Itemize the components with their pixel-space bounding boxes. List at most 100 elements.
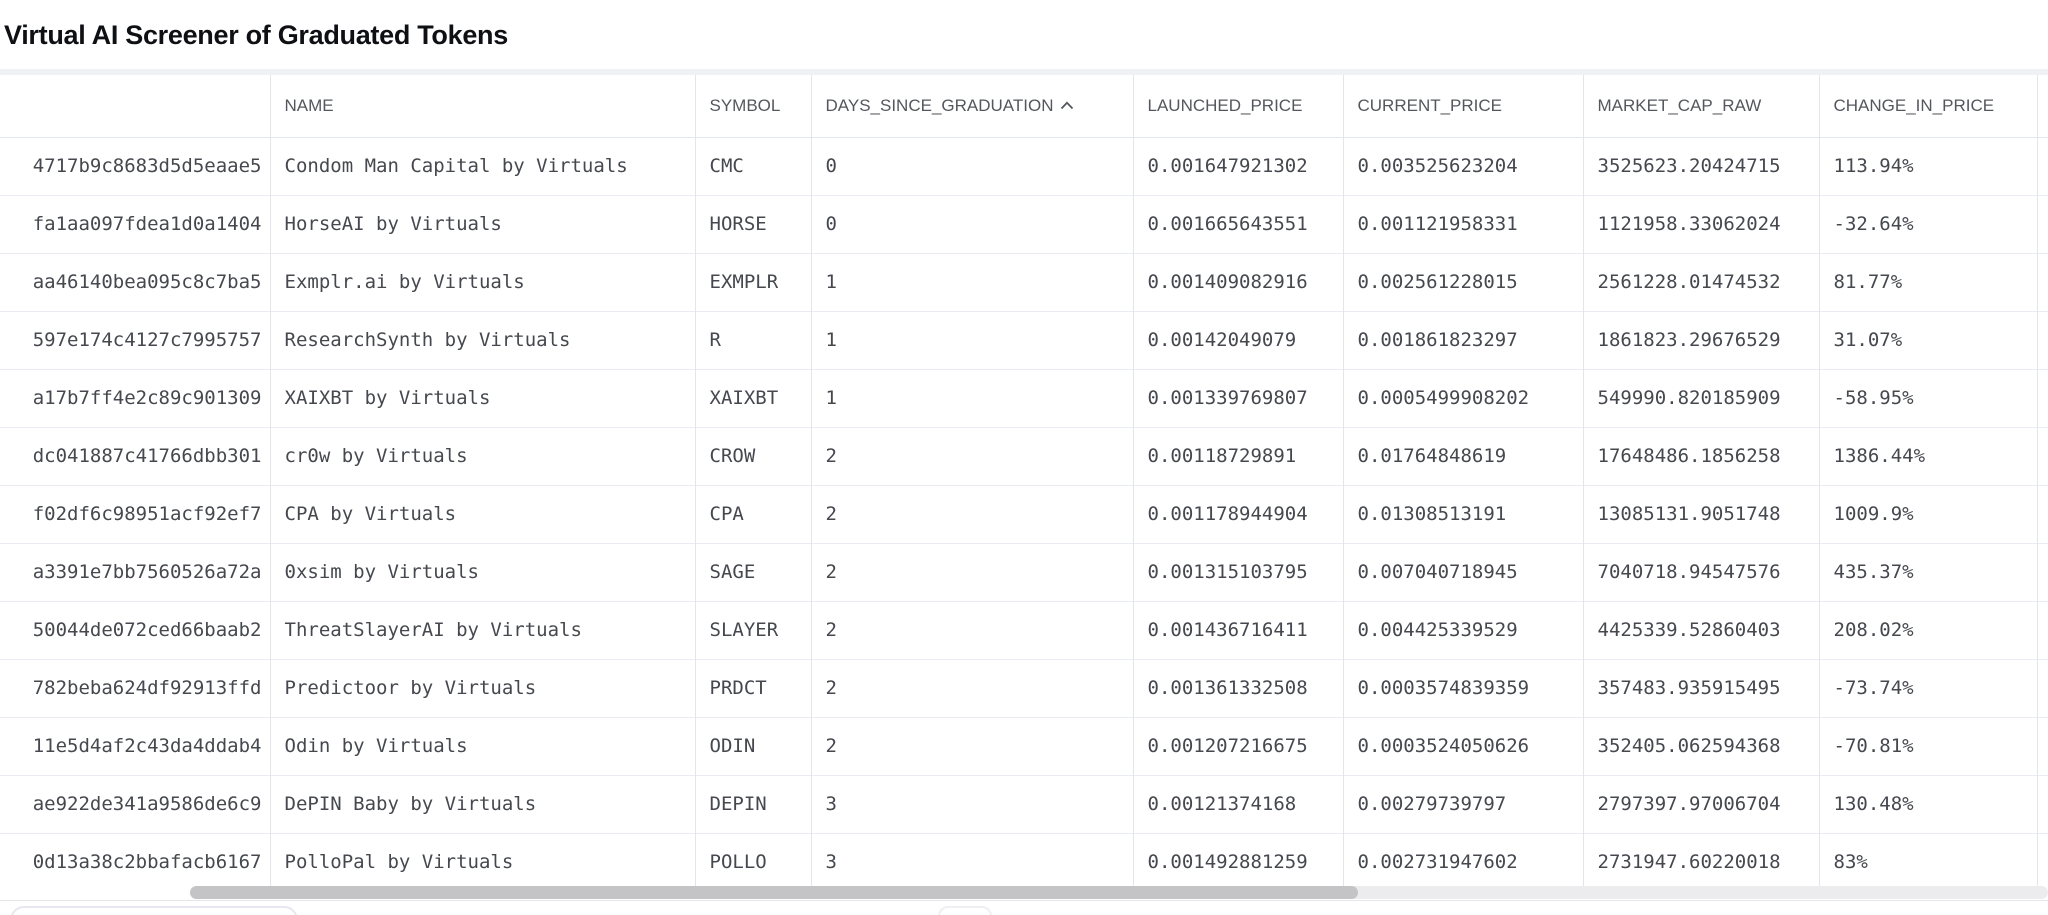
cell-stub xyxy=(2037,427,2048,485)
table-row[interactable]: f02df6c98951acf92ef7CPA by VirtualsCPA20… xyxy=(0,485,2048,543)
cell-id: 4717b9c8683d5d5eaae5 xyxy=(0,137,270,195)
cell-change: 81.77% xyxy=(1819,253,2037,311)
cell-change: 208.02% xyxy=(1819,601,2037,659)
cell-market: 7040718.94547576 xyxy=(1583,543,1819,601)
cell-launched: 0.00121374168 xyxy=(1133,775,1343,833)
column-header-market[interactable]: MARKET_CAP_RAW xyxy=(1583,75,1819,137)
cell-days: 0 xyxy=(811,137,1133,195)
cell-days: 2 xyxy=(811,659,1133,717)
cell-launched: 0.001436716411 xyxy=(1133,601,1343,659)
cell-stub xyxy=(2037,717,2048,775)
column-header-days[interactable]: DAYS_SINCE_GRADUATION xyxy=(811,75,1133,137)
cell-launched: 0.001492881259 xyxy=(1133,833,1343,891)
cell-market: 352405.062594368 xyxy=(1583,717,1819,775)
cell-symbol: DEPIN xyxy=(695,775,811,833)
table-row[interactable]: 0d13a38c2bbafacb6167PolloPal by Virtuals… xyxy=(0,833,2048,891)
column-header-current[interactable]: CURRENT_PRICE xyxy=(1343,75,1583,137)
cell-current: 0.002731947602 xyxy=(1343,833,1583,891)
page-title: Virtual AI Screener of Graduated Tokens xyxy=(4,20,508,51)
cell-current: 0.001121958331 xyxy=(1343,195,1583,253)
cell-name: 0xsim by Virtuals xyxy=(270,543,695,601)
table-row[interactable]: 782beba624df92913ffdPredictoor by Virtua… xyxy=(0,659,2048,717)
cell-market: 549990.820185909 xyxy=(1583,369,1819,427)
table-row[interactable]: 50044de072ced66baab2ThreatSlayerAI by Vi… xyxy=(0,601,2048,659)
cell-symbol: CPA xyxy=(695,485,811,543)
cell-symbol: PRDCT xyxy=(695,659,811,717)
cell-launched: 0.001207216675 xyxy=(1133,717,1343,775)
bottom-page-control[interactable] xyxy=(938,906,992,915)
cell-name: ResearchSynth by Virtuals xyxy=(270,311,695,369)
table-row[interactable]: dc041887c41766dbb301cr0w by VirtualsCROW… xyxy=(0,427,2048,485)
table-row[interactable]: 4717b9c8683d5d5eaae5Condom Man Capital b… xyxy=(0,137,2048,195)
cell-symbol: SLAYER xyxy=(695,601,811,659)
cell-change: 435.37% xyxy=(1819,543,2037,601)
cell-current: 0.0005499908202 xyxy=(1343,369,1583,427)
bottom-left-control[interactable] xyxy=(10,906,298,915)
cell-market: 13085131.9051748 xyxy=(1583,485,1819,543)
cell-stub xyxy=(2037,543,2048,601)
table-row[interactable]: a17b7ff4e2c89c901309XAIXBT by VirtualsXA… xyxy=(0,369,2048,427)
cell-change: 83% xyxy=(1819,833,2037,891)
cell-market: 2797397.97006704 xyxy=(1583,775,1819,833)
cell-days: 0 xyxy=(811,195,1133,253)
table-row[interactable]: aa46140bea095c8c7ba5Exmplr.ai by Virtual… xyxy=(0,253,2048,311)
cell-launched: 0.001409082916 xyxy=(1133,253,1343,311)
cell-launched: 0.001315103795 xyxy=(1133,543,1343,601)
cell-change: -73.74% xyxy=(1819,659,2037,717)
table-row[interactable]: a3391e7bb7560526a72a0xsim by VirtualsSAG… xyxy=(0,543,2048,601)
table-row[interactable]: 597e174c4127c7995757ResearchSynth by Vir… xyxy=(0,311,2048,369)
table-header-row: NAMESYMBOLDAYS_SINCE_GRADUATIONLAUNCHED_… xyxy=(0,75,2048,137)
cell-change: -58.95% xyxy=(1819,369,2037,427)
cell-launched: 0.001647921302 xyxy=(1133,137,1343,195)
cell-market: 17648486.1856258 xyxy=(1583,427,1819,485)
cell-current: 0.01764848619 xyxy=(1343,427,1583,485)
cell-days: 2 xyxy=(811,485,1133,543)
table-row[interactable]: ae922de341a9586de6c9DePIN Baby by Virtua… xyxy=(0,775,2048,833)
cell-change: 1009.9% xyxy=(1819,485,2037,543)
table-row[interactable]: fa1aa097fdea1d0a1404HorseAI by VirtualsH… xyxy=(0,195,2048,253)
cell-market: 2731947.60220018 xyxy=(1583,833,1819,891)
column-label: MARKET_CAP_RAW xyxy=(1598,96,1762,115)
column-header-launched[interactable]: LAUNCHED_PRICE xyxy=(1133,75,1343,137)
cell-id: fa1aa097fdea1d0a1404 xyxy=(0,195,270,253)
cell-name: HorseAI by Virtuals xyxy=(270,195,695,253)
cell-id: 597e174c4127c7995757 xyxy=(0,311,270,369)
screener-page: Virtual AI Screener of Graduated Tokens … xyxy=(0,0,2048,915)
cell-symbol: XAIXBT xyxy=(695,369,811,427)
tokens-table: NAMESYMBOLDAYS_SINCE_GRADUATIONLAUNCHED_… xyxy=(0,75,2048,891)
cell-id: aa46140bea095c8c7ba5 xyxy=(0,253,270,311)
column-header-id xyxy=(0,75,270,137)
cell-launched: 0.00118729891 xyxy=(1133,427,1343,485)
column-header-name[interactable]: NAME xyxy=(270,75,695,137)
cell-current: 0.002561228015 xyxy=(1343,253,1583,311)
column-header-change[interactable]: CHANGE_IN_PRICE xyxy=(1819,75,2037,137)
cell-market: 4425339.52860403 xyxy=(1583,601,1819,659)
cell-name: XAIXBT by Virtuals xyxy=(270,369,695,427)
horizontal-scrollbar-thumb[interactable] xyxy=(190,886,1358,899)
cell-stub xyxy=(2037,485,2048,543)
column-header-symbol[interactable]: SYMBOL xyxy=(695,75,811,137)
cell-change: -70.81% xyxy=(1819,717,2037,775)
cell-stub xyxy=(2037,195,2048,253)
cell-current: 0.0003574839359 xyxy=(1343,659,1583,717)
cell-current: 0.00279739797 xyxy=(1343,775,1583,833)
cell-days: 1 xyxy=(811,369,1133,427)
cell-name: Condom Man Capital by Virtuals xyxy=(270,137,695,195)
cell-change: 113.94% xyxy=(1819,137,2037,195)
cell-id: 50044de072ced66baab2 xyxy=(0,601,270,659)
cell-current: 0.004425339529 xyxy=(1343,601,1583,659)
cell-change: -32.64% xyxy=(1819,195,2037,253)
cell-market: 2561228.01474532 xyxy=(1583,253,1819,311)
cell-change: 130.48% xyxy=(1819,775,2037,833)
cell-current: 0.0003524050626 xyxy=(1343,717,1583,775)
cell-name: Exmplr.ai by Virtuals xyxy=(270,253,695,311)
table-row[interactable]: 11e5d4af2c43da4ddab4Odin by VirtualsODIN… xyxy=(0,717,2048,775)
cell-current: 0.003525623204 xyxy=(1343,137,1583,195)
cell-change: 1386.44% xyxy=(1819,427,2037,485)
cell-days: 2 xyxy=(811,427,1133,485)
cell-days: 2 xyxy=(811,717,1133,775)
cell-name: Predictoor by Virtuals xyxy=(270,659,695,717)
cell-id: 11e5d4af2c43da4ddab4 xyxy=(0,717,270,775)
cell-change: 31.07% xyxy=(1819,311,2037,369)
cell-name: ThreatSlayerAI by Virtuals xyxy=(270,601,695,659)
